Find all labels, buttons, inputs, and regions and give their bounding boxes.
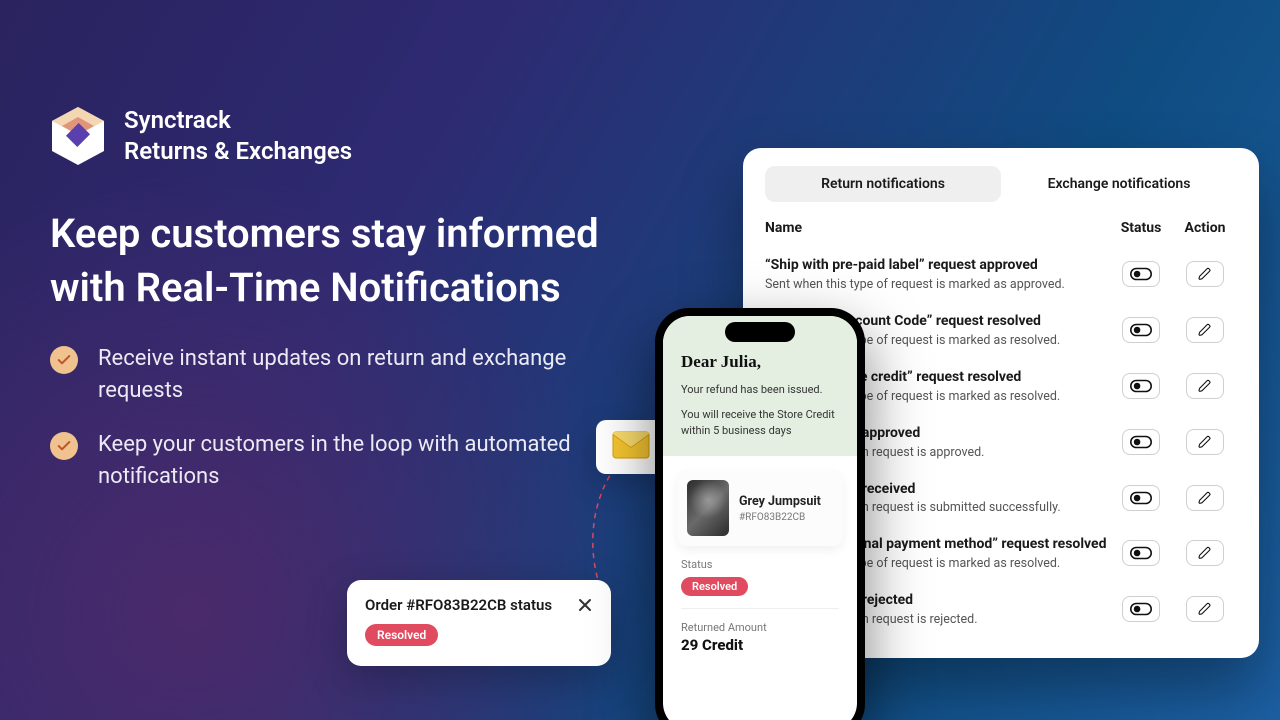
- phone-screen: Dear Julia, Your refund has been issued.…: [663, 316, 857, 720]
- row-name: “Ship with pre-paid label” request appro…: [765, 256, 1109, 275]
- check-icon: [50, 346, 78, 374]
- close-icon[interactable]: [577, 597, 593, 613]
- col-status: Status: [1109, 220, 1173, 236]
- edit-button[interactable]: [1186, 373, 1224, 399]
- status-toggle[interactable]: [1122, 373, 1160, 399]
- status-toggle[interactable]: [1122, 596, 1160, 622]
- status-badge: Resolved: [681, 577, 748, 596]
- col-action: Action: [1173, 220, 1237, 236]
- bullet-text: Keep your customers in the loop with aut…: [98, 429, 620, 493]
- product-name: Grey Jumpsuit: [739, 494, 821, 509]
- status-toggle[interactable]: [1122, 540, 1160, 566]
- headline: Keep customers stay informed with Real-T…: [50, 207, 620, 315]
- col-name: Name: [765, 220, 1109, 236]
- panel-header: Name Status Action: [765, 202, 1237, 246]
- brand: Synctrack Returns & Exchanges: [50, 105, 620, 167]
- tab-exchange-notifications[interactable]: Exchange notifications: [1001, 166, 1237, 202]
- status-badge: Resolved: [365, 624, 438, 646]
- brand-text: Synctrack Returns & Exchanges: [124, 105, 352, 167]
- marketing-left: Synctrack Returns & Exchanges Keep custo…: [50, 105, 620, 493]
- notification-row: “Ship with pre-paid label” request appro…: [765, 246, 1237, 302]
- edit-button[interactable]: [1186, 485, 1224, 511]
- email-line: Your refund has been issued.: [681, 382, 839, 397]
- order-status-toast: Order #RFO83B22CB status Resolved: [347, 580, 611, 666]
- bullet-list: Receive instant updates on return and ex…: [50, 343, 620, 493]
- status-toggle[interactable]: [1122, 261, 1160, 287]
- edit-button[interactable]: [1186, 317, 1224, 343]
- phone-mockup: Dear Julia, Your refund has been issued.…: [655, 308, 865, 720]
- bullet-item: Keep your customers in the loop with aut…: [50, 429, 620, 493]
- check-icon: [50, 432, 78, 460]
- status-toggle[interactable]: [1122, 429, 1160, 455]
- tabs: Return notifications Exchange notificati…: [765, 166, 1237, 202]
- synctrack-logo-icon: [50, 105, 106, 167]
- product-code: #RFO83B22CB: [739, 512, 821, 523]
- email-line: You will receive the Store Credit within…: [681, 407, 839, 438]
- row-desc: Sent when this type of request is marked…: [765, 277, 1109, 292]
- product-card: Grey Jumpsuit #RFO83B22CB: [677, 470, 843, 546]
- edit-button[interactable]: [1186, 429, 1224, 455]
- edit-button[interactable]: [1186, 596, 1224, 622]
- status-label: Status: [681, 558, 839, 571]
- bullet-item: Receive instant updates on return and ex…: [50, 343, 620, 407]
- divider: [681, 608, 839, 609]
- envelope-icon: [612, 431, 650, 463]
- tab-return-notifications[interactable]: Return notifications: [765, 166, 1001, 202]
- amount-label: Returned Amount: [681, 621, 839, 634]
- status-toggle[interactable]: [1122, 485, 1160, 511]
- greeting: Dear Julia,: [681, 352, 839, 372]
- brand-line1: Synctrack: [124, 105, 352, 136]
- amount-value: 29 Credit: [681, 636, 839, 654]
- toast-title: Order #RFO83B22CB status: [365, 596, 552, 614]
- status-toggle[interactable]: [1122, 317, 1160, 343]
- product-thumbnail: [687, 480, 729, 536]
- brand-line2: Returns & Exchanges: [124, 136, 352, 167]
- phone-notch: [725, 322, 795, 342]
- email-body: Status Resolved Returned Amount 29 Credi…: [663, 546, 857, 654]
- bullet-text: Receive instant updates on return and ex…: [98, 343, 620, 407]
- edit-button[interactable]: [1186, 261, 1224, 287]
- edit-button[interactable]: [1186, 540, 1224, 566]
